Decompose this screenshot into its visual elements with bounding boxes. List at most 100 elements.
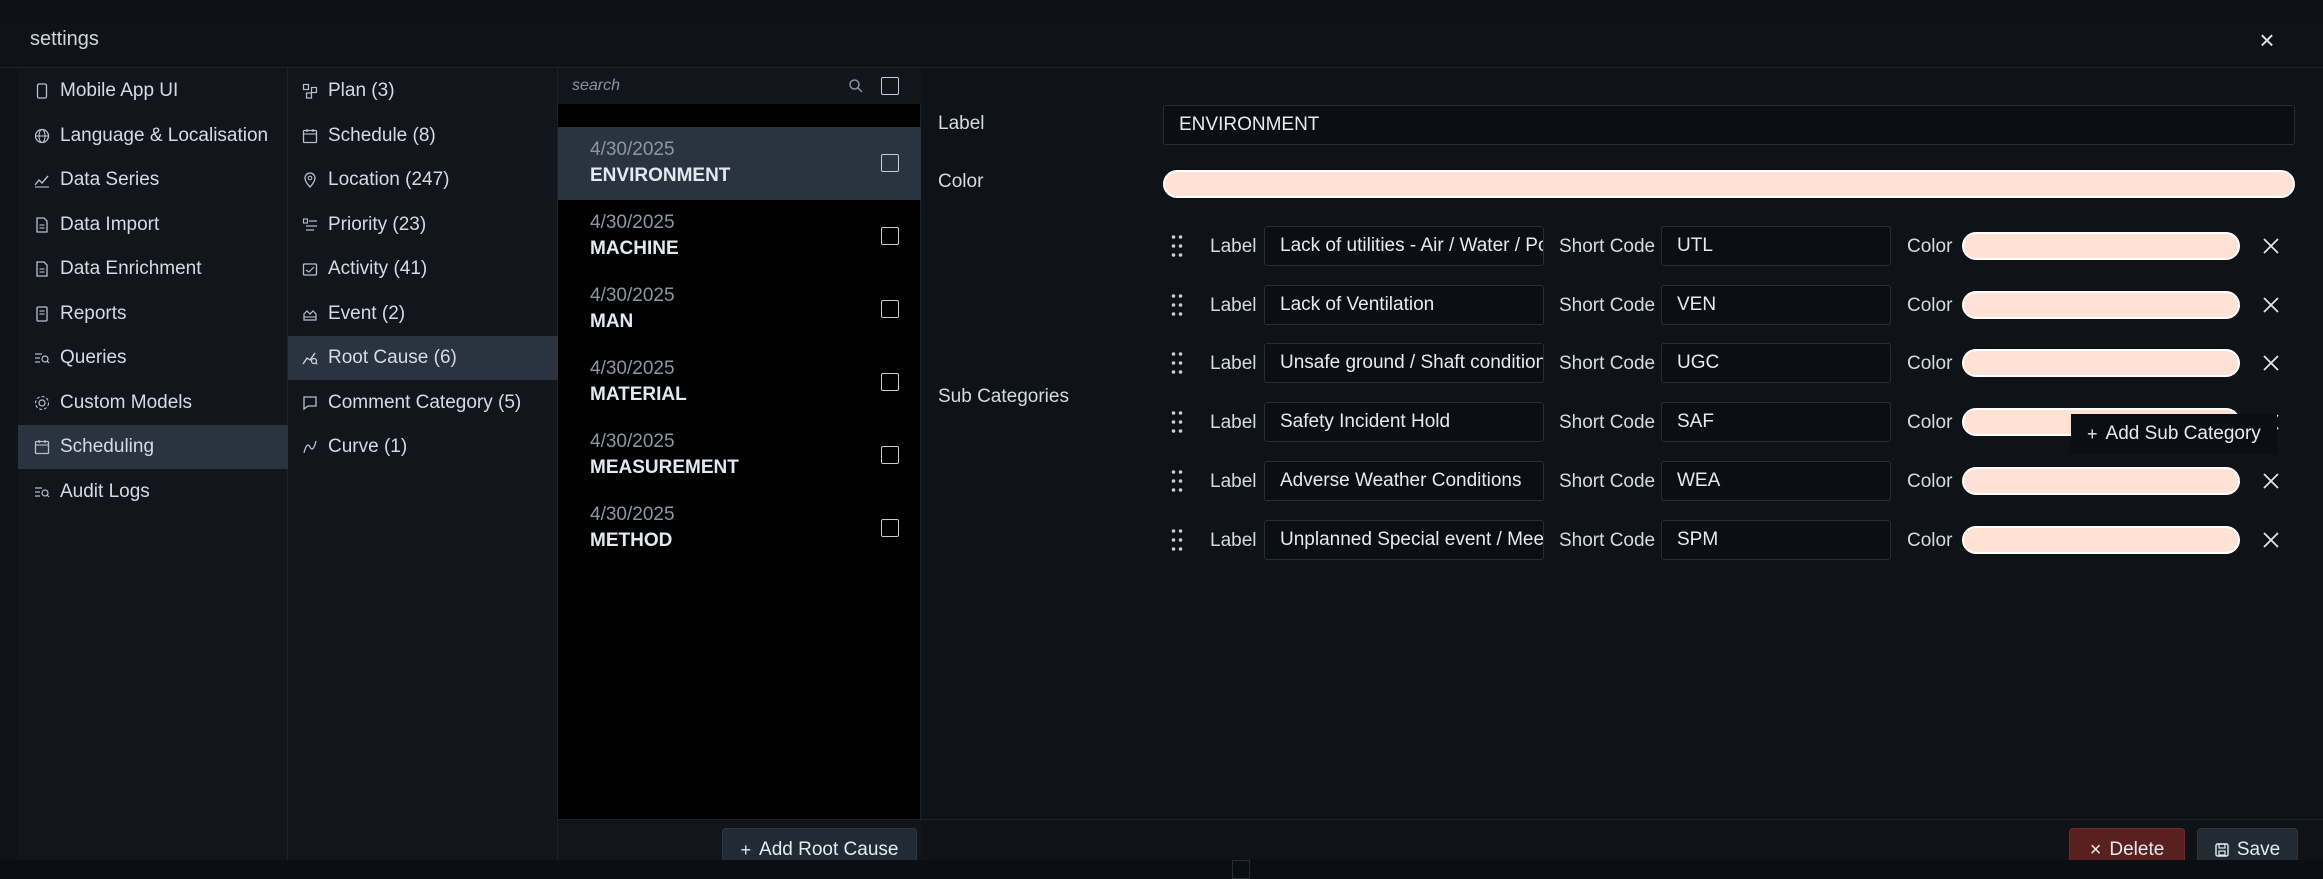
drag-handle-icon[interactable] <box>1170 410 1184 434</box>
list-item[interactable]: 4/30/2025 MATERIAL <box>558 346 921 419</box>
drag-handle-icon[interactable] <box>1170 351 1184 375</box>
nav-item-mobile-app-ui[interactable]: Mobile App UI <box>18 69 288 113</box>
drag-handle-icon[interactable] <box>1170 234 1184 258</box>
drag-handle-icon[interactable] <box>1170 469 1184 493</box>
nav-item-reports[interactable]: Reports <box>18 292 288 336</box>
item-checkbox[interactable] <box>881 373 899 391</box>
subnav-item-schedule-8[interactable]: Schedule (8) <box>288 114 558 158</box>
subnav-item-label: Plan (3) <box>328 80 395 101</box>
remove-icon[interactable] <box>2261 530 2281 550</box>
subcategory-code-input[interactable]: UGC <box>1661 343 1891 384</box>
nav-item-scheduling[interactable]: Scheduling <box>18 425 288 469</box>
item-name: METHOD <box>590 530 673 551</box>
list-item[interactable]: 4/30/2025 METHOD <box>558 492 921 565</box>
row-code-caption: Short Code <box>1559 294 1656 316</box>
modal-header: settings × <box>0 20 2323 68</box>
row-code-caption: Short Code <box>1559 353 1656 375</box>
plan-icon <box>302 83 318 99</box>
nav-item-data-import[interactable]: Data Import <box>18 203 288 247</box>
label-caption: Label <box>938 113 985 134</box>
nav-item-queries[interactable]: Queries <box>18 336 288 380</box>
remove-icon[interactable] <box>2261 353 2281 373</box>
drag-handle-icon[interactable] <box>1170 528 1184 552</box>
item-date: 4/30/2025 <box>590 431 675 452</box>
subcategory-label-input[interactable]: Safety Incident Hold <box>1264 402 1544 443</box>
subnav-item-label: Root Cause (6) <box>328 347 457 368</box>
settings-modal: settings × Mobile App UI Language & Local… <box>0 20 2323 879</box>
subcategory-label-input[interactable]: Lack of utilities - Air / Water / Power <box>1264 226 1544 266</box>
list-item[interactable]: 4/30/2025 ENVIRONMENT <box>558 127 921 200</box>
subnav-item-curve-1[interactable]: Curve (1) <box>288 425 558 469</box>
model-icon <box>34 395 50 411</box>
subcategory-color-picker[interactable] <box>1962 466 2240 495</box>
subnav-item-root-cause-6[interactable]: Root Cause (6) <box>288 336 558 380</box>
modal-title: settings <box>30 28 99 50</box>
item-checkbox[interactable] <box>881 300 899 318</box>
subcategory-label-input[interactable]: Lack of Ventilation <box>1264 284 1544 325</box>
comment-icon <box>302 395 318 411</box>
subcategory-label-input[interactable]: Unsafe ground / Shaft conditions <box>1264 343 1544 384</box>
remove-icon[interactable] <box>2261 295 2281 315</box>
subcategory-label-input[interactable]: Unplanned Special event / Meeting <box>1264 519 1544 560</box>
subcategory-color-picker[interactable] <box>1962 525 2240 554</box>
nav-item-language-localisation[interactable]: Language & Localisation <box>18 114 288 158</box>
item-checkbox[interactable] <box>881 154 899 172</box>
subnav-item-event-2[interactable]: Event (2) <box>288 292 558 336</box>
nav-item-audit-logs[interactable]: Audit Logs <box>18 470 288 514</box>
add-sub-category-label: Add Sub Category <box>2105 423 2261 444</box>
item-date: 4/30/2025 <box>590 139 675 160</box>
label-input[interactable]: ENVIRONMENT <box>1163 105 2295 145</box>
drag-handle-icon[interactable] <box>1170 293 1184 317</box>
subnav-item-priority-23[interactable]: Priority (23) <box>288 203 558 247</box>
search-icon[interactable] <box>848 78 864 94</box>
nav-item-custom-models[interactable]: Custom Models <box>18 381 288 425</box>
search-row <box>558 68 921 104</box>
row-label-caption: Label <box>1210 529 1257 551</box>
subcategory-code-input[interactable]: UTL <box>1661 226 1891 266</box>
color-picker[interactable] <box>1163 170 2295 198</box>
subnav-item-location-247[interactable]: Location (247) <box>288 158 558 202</box>
row-label-caption: Label <box>1210 236 1257 257</box>
root-cause-list: 4/30/2025ENVIRONMENT4/30/2025MACHINE4/30… <box>558 68 921 879</box>
subcategory-color-picker[interactable] <box>1962 349 2240 378</box>
item-checkbox[interactable] <box>881 446 899 464</box>
remove-icon[interactable] <box>2261 471 2281 491</box>
subnav-item-comment-category-5[interactable]: Comment Category (5) <box>288 381 558 425</box>
globe-icon <box>34 128 50 144</box>
subnav-item-activity-41[interactable]: Activity (41) <box>288 247 558 291</box>
item-checkbox[interactable] <box>881 519 899 537</box>
list-item[interactable]: 4/30/2025 MAN <box>558 273 921 346</box>
nav-item-label: Language & Localisation <box>60 124 269 146</box>
item-checkbox[interactable] <box>881 227 899 245</box>
close-icon[interactable]: × <box>2253 26 2281 54</box>
search-input[interactable] <box>572 73 862 99</box>
list-item[interactable]: 4/30/2025 MACHINE <box>558 200 921 273</box>
nav-item-data-enrichment[interactable]: Data Enrichment <box>18 247 288 291</box>
subcategory-label-input[interactable]: Adverse Weather Conditions <box>1264 460 1544 501</box>
item-date: 4/30/2025 <box>590 285 675 306</box>
item-date: 4/30/2025 <box>590 504 675 525</box>
subcategory-code-input[interactable]: WEA <box>1661 460 1891 501</box>
background-app <box>0 0 2323 20</box>
nav-item-data-series[interactable]: Data Series <box>18 158 288 202</box>
color-caption: Color <box>938 171 984 192</box>
phone-icon <box>34 83 50 99</box>
subcategory-code-input[interactable]: VEN <box>1661 284 1891 325</box>
select-all-checkbox[interactable] <box>881 77 899 95</box>
item-name: MEASUREMENT <box>590 457 739 478</box>
curve-icon <box>302 439 318 455</box>
list-item[interactable]: 4/30/2025 MEASUREMENT <box>558 419 921 492</box>
document-icon <box>34 261 50 277</box>
subcategory-row: Label Lack of utilities - Air / Water / P… <box>921 224 2323 268</box>
pin-icon <box>302 172 318 188</box>
subcategory-color-picker[interactable] <box>1962 232 2240 260</box>
subnav-item-plan-3[interactable]: Plan (3) <box>288 69 558 113</box>
item-date: 4/30/2025 <box>590 212 675 233</box>
add-sub-category-button[interactable]: + Add Sub Category <box>2071 414 2277 454</box>
item-date: 4/30/2025 <box>590 358 675 379</box>
subcategory-color-picker[interactable] <box>1962 290 2240 319</box>
subcategory-code-input[interactable]: SAF <box>1661 402 1891 443</box>
subcategory-code-input[interactable]: SPM <box>1661 519 1891 560</box>
scheduling-subnav: Plan (3) Schedule (8) Location (247) Priori… <box>288 68 558 879</box>
remove-icon[interactable] <box>2261 236 2281 256</box>
